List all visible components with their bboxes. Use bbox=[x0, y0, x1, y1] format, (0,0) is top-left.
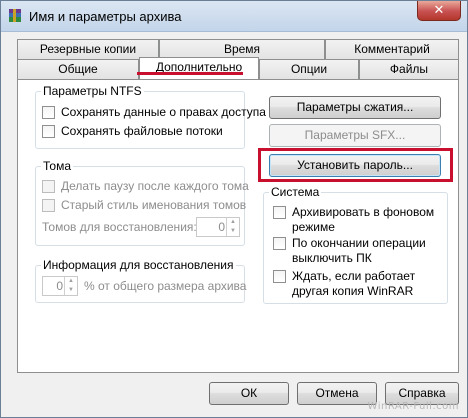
tab-label: Опции bbox=[290, 62, 328, 76]
checkbox-box[interactable] bbox=[273, 270, 286, 283]
checkbox-box[interactable] bbox=[273, 237, 286, 250]
tab-label: Комментарий bbox=[354, 42, 430, 56]
background-archiving-checkbox[interactable]: Архивировать в фоновом режиме bbox=[273, 205, 443, 235]
ntfs-group-title: Параметры NTFS bbox=[41, 84, 144, 98]
ntfs-group: Параметры NTFS Сохранять данные о правах… bbox=[35, 84, 266, 149]
checkbox-label: По окончании операции выключить ПК bbox=[292, 236, 426, 265]
archive-dialog-window: Имя и параметры архива ✕ Резервные копии… bbox=[0, 0, 468, 418]
wait-other-copy-checkbox[interactable]: Ждать, если работает другая копия WinRAR bbox=[273, 269, 443, 299]
recovery-volumes-label: Томов для восстановления: bbox=[42, 220, 197, 234]
volumes-group-title: Тома bbox=[41, 159, 73, 173]
tab-options[interactable]: Опции bbox=[259, 59, 359, 79]
checkbox-label: Делать паузу после каждого тома bbox=[61, 179, 249, 193]
system-group: Система Архивировать в фоновом режиме По… bbox=[263, 185, 448, 304]
recovery-group-title: Информация для восстановления bbox=[41, 258, 236, 272]
site-watermark: WinRAR-Full.com bbox=[367, 401, 459, 412]
tab-label: Резервные копии bbox=[39, 42, 137, 56]
recovery-volumes-spinner[interactable]: 0 ▲ ▼ bbox=[196, 217, 240, 237]
spinner-value: 0 bbox=[56, 279, 63, 293]
checkbox-label: Сохранять данные о правах доступа bbox=[61, 105, 266, 119]
tab-label: Общие bbox=[58, 62, 98, 76]
spinner-arrows-icon[interactable]: ▲ ▼ bbox=[64, 277, 77, 295]
recovery-record-group: Информация для восстановления 0 ▲ ▼ % от … bbox=[35, 258, 247, 303]
volumes-group: Тома Делать паузу после каждого тома Ста… bbox=[35, 159, 249, 246]
tab-files[interactable]: Файлы bbox=[359, 59, 459, 79]
tab-label: Файлы bbox=[389, 62, 429, 76]
checkbox-label: Архивировать в фоновом режиме bbox=[292, 205, 435, 234]
sfx-settings-button[interactable]: Параметры SFX... bbox=[269, 124, 441, 147]
close-window-button[interactable]: ✕ bbox=[417, 1, 461, 21]
title-bar[interactable]: Имя и параметры архива ✕ bbox=[1, 1, 467, 32]
winrar-app-icon bbox=[9, 9, 21, 22]
checkbox-label: Ждать, если работает другая копия WinRAR bbox=[292, 269, 416, 298]
window-title: Имя и параметры архива bbox=[29, 9, 182, 24]
checkbox-box[interactable] bbox=[42, 125, 55, 138]
close-icon: ✕ bbox=[433, 2, 445, 17]
compression-settings-button[interactable]: Параметры сжатия... bbox=[269, 96, 441, 119]
shutdown-pc-checkbox[interactable]: По окончании операции выключить ПК bbox=[273, 236, 443, 266]
spinner-value: 0 bbox=[218, 220, 225, 234]
checkbox-label: Сохранять файловые потоки bbox=[61, 124, 223, 138]
tab-advanced[interactable]: Дополнительно bbox=[139, 57, 259, 79]
spinner-arrows-icon[interactable]: ▲ ▼ bbox=[226, 218, 239, 236]
checkbox-box[interactable] bbox=[42, 180, 55, 193]
checkbox-box[interactable] bbox=[42, 199, 55, 212]
tab-backups[interactable]: Резервные копии bbox=[17, 39, 159, 59]
tab-comment[interactable]: Комментарий bbox=[325, 39, 459, 59]
checkbox-box[interactable] bbox=[273, 206, 286, 219]
set-password-button[interactable]: Установить пароль... bbox=[269, 154, 441, 177]
dialog-client-area: Резервные копии Время Комментарий Общие … bbox=[7, 32, 461, 412]
tab-general[interactable]: Общие bbox=[17, 59, 139, 79]
tab-time[interactable]: Время bbox=[159, 39, 325, 59]
checkbox-box[interactable] bbox=[42, 106, 55, 119]
cancel-button[interactable]: Отмена bbox=[297, 382, 377, 405]
recovery-percent-spinner[interactable]: 0 ▲ ▼ bbox=[42, 276, 78, 296]
tab-label: Время bbox=[223, 42, 261, 56]
active-tab-highlight bbox=[137, 72, 243, 75]
ok-button[interactable]: ОК bbox=[209, 382, 289, 405]
system-group-title: Система bbox=[269, 185, 322, 199]
advanced-tab-panel: Параметры NTFS Сохранять данные о правах… bbox=[17, 79, 459, 373]
checkbox-label: Старый стиль именования томов bbox=[61, 198, 247, 212]
recovery-percent-label: % от общего размера архива bbox=[84, 279, 247, 293]
